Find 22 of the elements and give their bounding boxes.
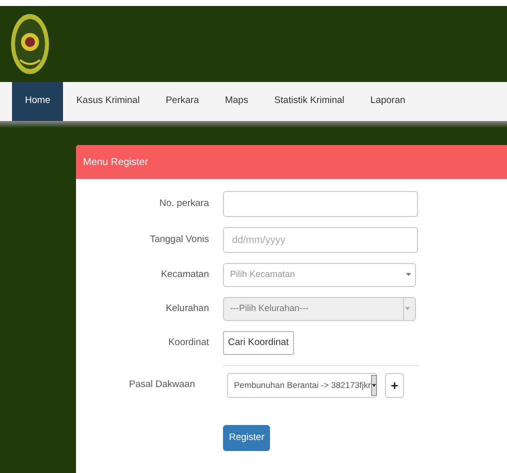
nav-tab[interactable]: Maps — [212, 82, 262, 121]
field-label: Pasal Dakwaan — [128, 378, 195, 392]
nav-tab[interactable]: Laporan — [357, 82, 418, 121]
text-field[interactable]: dd/mm/yyyy — [223, 227, 418, 253]
field-label: No. perkara — [159, 196, 209, 211]
dropdown-arrow-icon — [406, 273, 411, 277]
field-label: Koordinat — [168, 336, 209, 350]
nav-tab[interactable]: Kasus Kriminal — [63, 82, 153, 121]
field-label: Kecamatan — [160, 268, 209, 282]
field-label: Tanggal Vonis — [150, 232, 209, 247]
nav-tab[interactable]: Home — [12, 82, 64, 121]
nav-tab[interactable]: Statistik Kriminal — [261, 82, 358, 121]
scroll-arrow-icon — [403, 298, 411, 320]
text-field[interactable] — [223, 191, 418, 217]
card-title: Menu Register — [83, 156, 148, 170]
select-field[interactable]: Pembunuhan Berantai -> 382173fjkr — [227, 373, 377, 398]
register-button[interactable]: Register — [223, 425, 270, 452]
nav-tab[interactable]: Perkara — [152, 82, 212, 121]
search-coordinate-button[interactable]: Cari Koordinat — [223, 331, 294, 355]
add-button[interactable]: + — [385, 373, 404, 398]
emblem-logo-icon — [10, 12, 50, 76]
field-label: Kelurahan — [166, 302, 209, 316]
